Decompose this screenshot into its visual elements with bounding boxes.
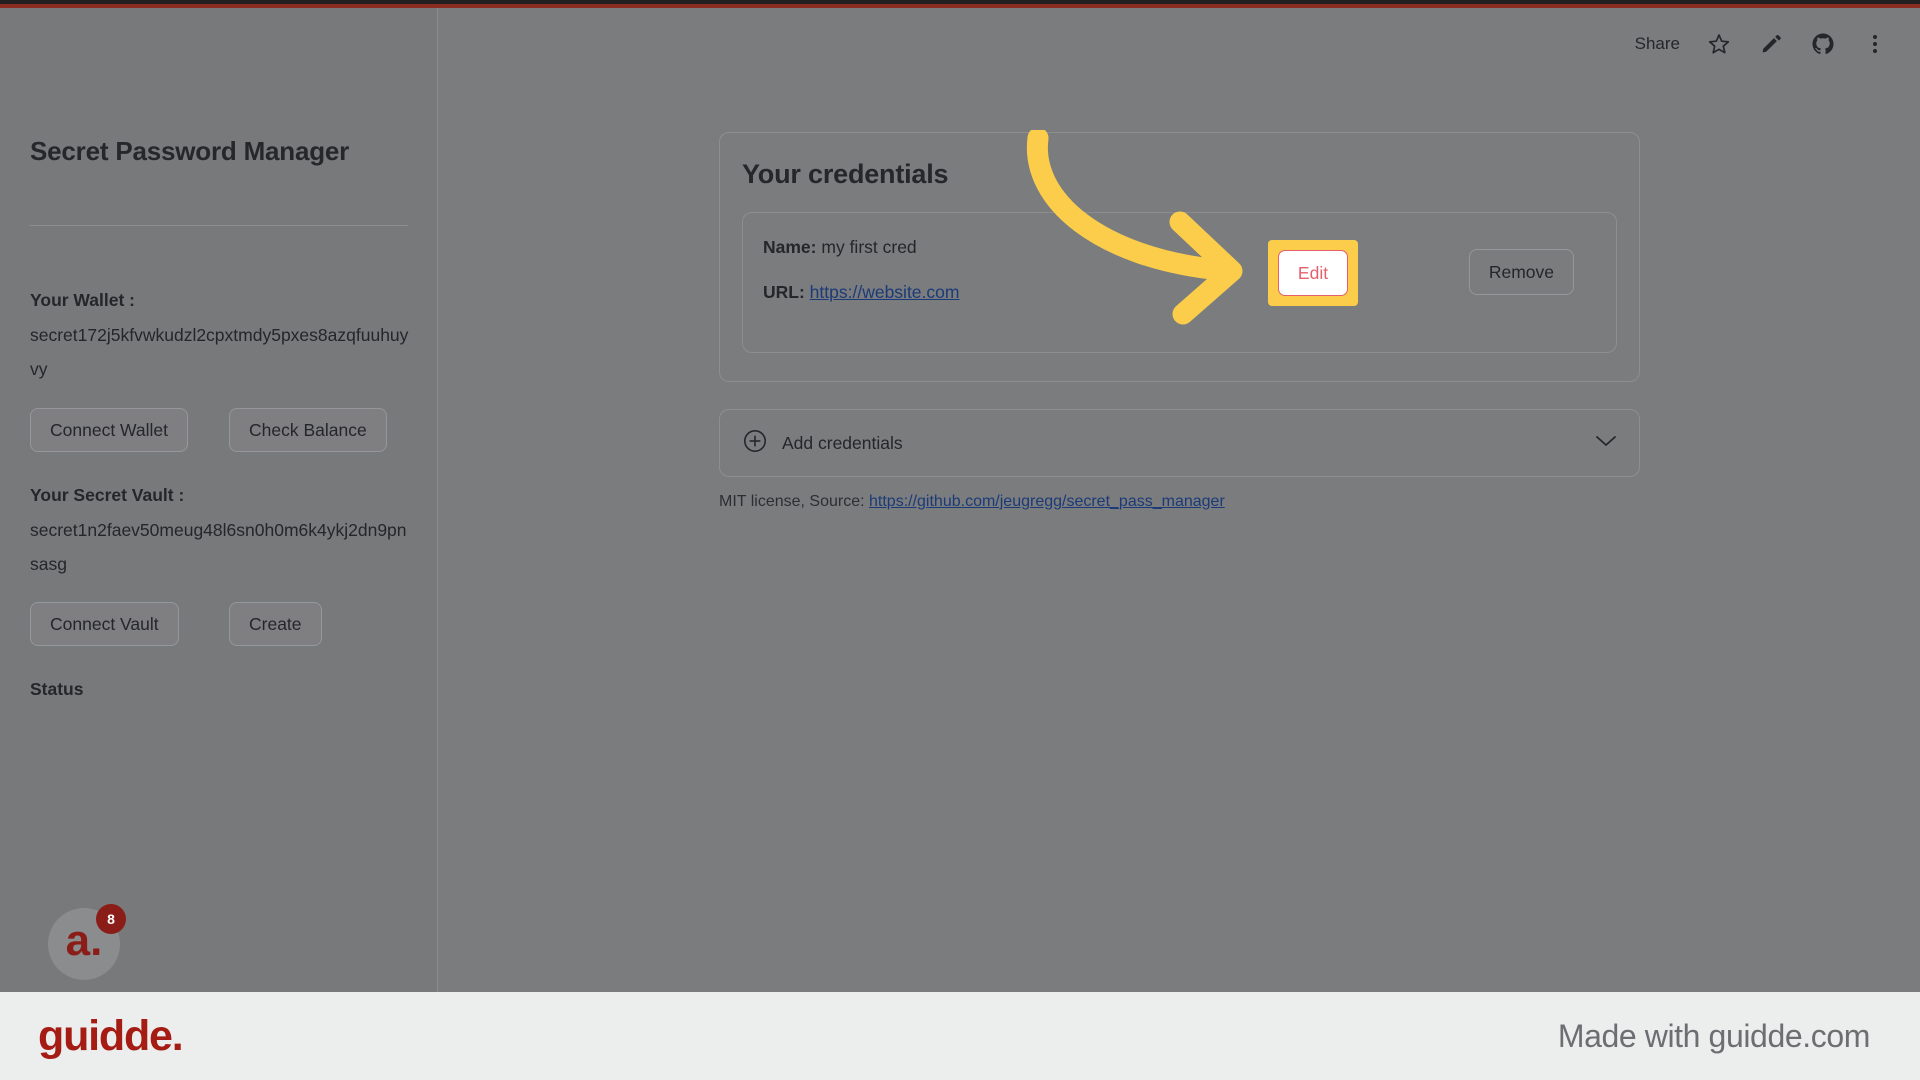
edit-button-highlight: Edit [1268,240,1358,306]
sidebar-divider [30,225,408,226]
made-with-guidde-label: Made with guidde.com [1557,1017,1871,1054]
create-button[interactable]: Create [229,602,322,646]
add-credentials-label: Add credentials [782,432,903,453]
source-repo-link[interactable]: https://github.com/jeugregg/secret_pass_… [869,493,1225,510]
guidde-logo: guidde. [38,1011,184,1060]
credentials-card: Your credentials Name: my first cred URL… [719,132,1640,382]
edit-button[interactable]: Edit [1278,250,1348,296]
remove-button[interactable]: Remove [1468,249,1574,295]
status-label: Status [30,679,84,699]
check-balance-button[interactable]: Check Balance [229,408,387,452]
sidebar: Secret Password Manager Your Wallet : se… [0,8,438,992]
vault-address: secret1n2faev50meug48l6sn0h0m6k4ykj2dn9p… [30,520,407,574]
credential-url-label: URL: [763,282,805,302]
credential-name-label: Name: [763,237,817,257]
license-note: MIT license, Source: https://github.com/… [719,493,1225,511]
wallet-address: secret172j5kfvwkudzl2cpxtmdy5pxes8azqfuu… [30,325,409,379]
wallet-label: Your Wallet : [30,290,135,310]
connect-wallet-button[interactable]: Connect Wallet [30,408,189,452]
add-credentials-accordion[interactable]: Add credentials [719,409,1640,477]
avatar-badge: 8 [96,904,126,934]
credential-name-value: my first cred [821,237,917,257]
guidde-footer: guidde. Made with guidde.com [0,992,1920,1080]
avatar[interactable]: a. 8 [48,904,126,984]
credential-row: Name: my first cred URL: https://website… [742,212,1617,353]
plus-circle-icon [742,428,768,459]
credentials-title: Your credentials [742,159,949,189]
main-content: Your credentials Name: my first cred URL… [438,8,1920,992]
credential-url-link[interactable]: https://website.com [810,282,960,302]
connect-vault-button[interactable]: Connect Vault [30,602,179,646]
page-title: Secret Password Manager [30,136,350,166]
application-area: Secret Password Manager Your Wallet : se… [0,0,1920,992]
screenshot-root: Secret Password Manager Your Wallet : se… [0,0,1920,1080]
license-prefix: MIT license, Source: [719,493,865,510]
top-accent-dark-line [0,0,1920,4]
vault-label: Your Secret Vault : [30,485,185,505]
chevron-down-icon[interactable] [1595,434,1617,453]
